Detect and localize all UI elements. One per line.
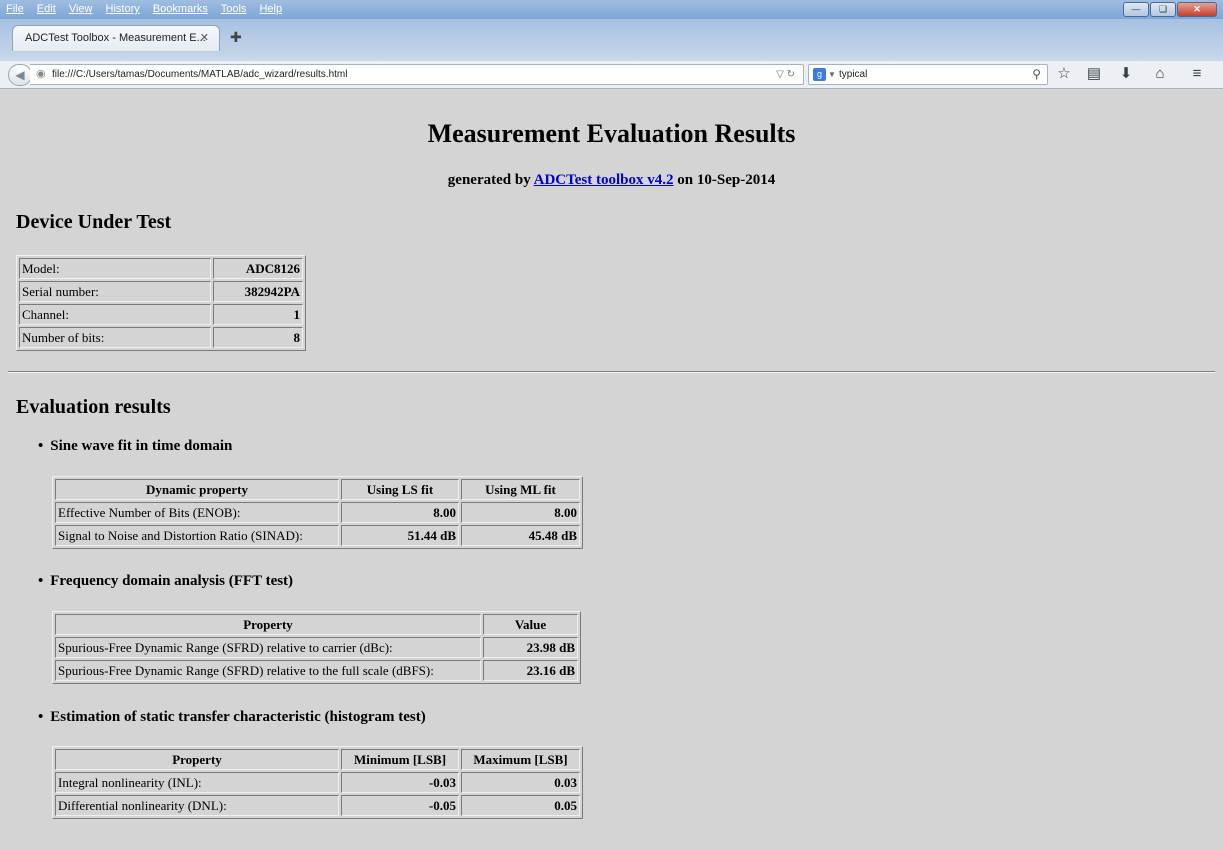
generated-by-line: generated by ADCTest toolbox v4.2 on 10-… bbox=[0, 172, 1223, 189]
page-content: Measurement Evaluation Results generated… bbox=[0, 90, 1223, 849]
download-icon[interactable]: ⬇ bbox=[1117, 65, 1135, 83]
search-icon[interactable]: ⚲ bbox=[1032, 65, 1041, 84]
minimum-value: -0.03 bbox=[341, 772, 459, 793]
property-label: Effective Number of Bits (ENOB): bbox=[55, 502, 339, 523]
page-title: Measurement Evaluation Results bbox=[427, 119, 796, 148]
dut-value: 1 bbox=[213, 304, 303, 325]
column-header: Value bbox=[483, 614, 578, 635]
generated-suffix: on 10-Sep-2014 bbox=[677, 172, 776, 188]
dut-value: ADC8126 bbox=[213, 258, 303, 279]
new-tab-icon[interactable]: ✚ bbox=[230, 29, 242, 46]
property-label: Spurious-Free Dynamic Range (SFRD) relat… bbox=[55, 637, 481, 658]
bookmarks-list-icon[interactable]: ▤ bbox=[1085, 65, 1103, 83]
column-header: Maximum [LSB] bbox=[461, 749, 580, 770]
window-titlebar: File Edit View History Bookmarks Tools H… bbox=[0, 0, 1223, 19]
table-header-row: Property Minimum [LSB] Maximum [LSB] bbox=[55, 749, 580, 770]
menu-edit[interactable]: Edit bbox=[37, 3, 56, 15]
dut-table: Model: ADC8126 Serial number: 382942PA C… bbox=[16, 255, 306, 351]
search-text: typical bbox=[839, 69, 868, 80]
table-row: Effective Number of Bits (ENOB): 8.00 8.… bbox=[55, 502, 580, 523]
dut-label: Channel: bbox=[19, 304, 211, 325]
generated-prefix: generated by bbox=[447, 172, 531, 188]
column-header: Using LS fit bbox=[341, 479, 459, 500]
ml-fit-value: 45.48 dB bbox=[461, 525, 580, 546]
table-row: Model: ADC8126 bbox=[19, 258, 303, 279]
back-arrow-icon[interactable]: ◀ bbox=[8, 64, 32, 86]
close-tab-icon[interactable]: ✕ bbox=[200, 26, 209, 50]
maximum-value: 0.05 bbox=[461, 795, 580, 816]
table-row: Spurious-Free Dynamic Range (SFRD) relat… bbox=[55, 637, 578, 658]
home-icon[interactable]: ⌂ bbox=[1151, 65, 1169, 83]
minimum-value: -0.05 bbox=[341, 795, 459, 816]
menu-tools[interactable]: Tools bbox=[221, 3, 247, 15]
fft-section-title: • Frequency domain analysis (FFT test) bbox=[38, 573, 294, 589]
tab-title: ADCTest Toolbox - Measurement E... bbox=[25, 32, 206, 44]
column-header: Property bbox=[55, 614, 481, 635]
table-row: Integral nonlinearity (INL): -0.03 0.03 bbox=[55, 772, 580, 793]
reload-icon[interactable]: ▽ ↻ bbox=[776, 65, 795, 84]
property-value: 23.98 dB bbox=[483, 637, 578, 658]
histogram-section-title: • Estimation of static transfer character… bbox=[38, 709, 426, 725]
evaluation-heading: Evaluation results bbox=[16, 396, 171, 418]
menu-history[interactable]: History bbox=[106, 3, 140, 15]
sine-section-title: • Sine wave fit in time domain bbox=[38, 438, 233, 454]
menu-bookmarks[interactable]: Bookmarks bbox=[153, 3, 208, 15]
table-header-row: Dynamic property Using LS fit Using ML f… bbox=[55, 479, 580, 500]
bullet-icon: • bbox=[38, 438, 44, 454]
search-input[interactable]: g ▼ typical ⚲ bbox=[808, 64, 1048, 85]
column-header: Property bbox=[55, 749, 339, 770]
column-header: Using ML fit bbox=[461, 479, 580, 500]
dut-label: Number of bits: bbox=[19, 327, 211, 348]
window-controls: — ❏ ✕ bbox=[1123, 2, 1217, 17]
property-label: Integral nonlinearity (INL): bbox=[55, 772, 339, 793]
table-row: Serial number: 382942PA bbox=[19, 281, 303, 302]
menu-file[interactable]: File bbox=[6, 3, 24, 15]
tab-strip: ADCTest Toolbox - Measurement E... ✕ ✚ bbox=[0, 19, 1223, 61]
tab-active[interactable]: ADCTest Toolbox - Measurement E... ✕ bbox=[12, 25, 220, 51]
bookmark-star-icon[interactable]: ☆ bbox=[1055, 65, 1073, 83]
table-row: Signal to Noise and Distortion Ratio (SI… bbox=[55, 525, 580, 546]
property-label: Signal to Noise and Distortion Ratio (SI… bbox=[55, 525, 339, 546]
dut-label: Model: bbox=[19, 258, 211, 279]
menu-bar: File Edit View History Bookmarks Tools H… bbox=[6, 3, 292, 15]
bullet-icon: • bbox=[38, 709, 44, 725]
bullet-icon: • bbox=[38, 573, 44, 589]
search-engine-icon[interactable]: g bbox=[813, 68, 826, 81]
menu-help[interactable]: Help bbox=[259, 3, 282, 15]
dut-heading: Device Under Test bbox=[16, 211, 172, 233]
navigation-toolbar: ◀ ◉ file:///C:/Users/tamas/Documents/MAT… bbox=[0, 61, 1223, 89]
adctest-toolbox-link[interactable]: ADCTest toolbox v4.2 bbox=[534, 172, 674, 188]
ls-fit-value: 51.44 dB bbox=[341, 525, 459, 546]
url-bar[interactable]: ◉ file:///C:/Users/tamas/Documents/MATLA… bbox=[30, 64, 804, 85]
table-row: Number of bits: 8 bbox=[19, 327, 303, 348]
menu-view[interactable]: View bbox=[69, 3, 93, 15]
column-header: Minimum [LSB] bbox=[341, 749, 459, 770]
minimize-icon[interactable]: — bbox=[1123, 2, 1149, 17]
table-row: Spurious-Free Dynamic Range (SFRD) relat… bbox=[55, 660, 578, 681]
url-text: file:///C:/Users/tamas/Documents/MATLAB/… bbox=[52, 69, 348, 80]
globe-icon: ◉ bbox=[36, 68, 46, 80]
property-value: 23.16 dB bbox=[483, 660, 578, 681]
dut-label: Serial number: bbox=[19, 281, 211, 302]
sine-fit-table: Dynamic property Using LS fit Using ML f… bbox=[52, 476, 583, 549]
restore-icon[interactable]: ❏ bbox=[1150, 2, 1176, 17]
section-divider bbox=[8, 371, 1215, 373]
close-window-icon[interactable]: ✕ bbox=[1177, 2, 1217, 17]
table-row: Differential nonlinearity (DNL): -0.05 0… bbox=[55, 795, 580, 816]
dut-value: 8 bbox=[213, 327, 303, 348]
chevron-down-icon[interactable]: ▼ bbox=[828, 65, 836, 84]
property-label: Spurious-Free Dynamic Range (SFRD) relat… bbox=[55, 660, 481, 681]
fft-table: Property Value Spurious-Free Dynamic Ran… bbox=[52, 611, 581, 684]
ml-fit-value: 8.00 bbox=[461, 502, 580, 523]
table-header-row: Property Value bbox=[55, 614, 578, 635]
column-header: Dynamic property bbox=[55, 479, 339, 500]
property-label: Differential nonlinearity (DNL): bbox=[55, 795, 339, 816]
maximum-value: 0.03 bbox=[461, 772, 580, 793]
menu-icon[interactable]: ≡ bbox=[1188, 65, 1206, 83]
dut-value: 382942PA bbox=[213, 281, 303, 302]
table-row: Channel: 1 bbox=[19, 304, 303, 325]
ls-fit-value: 8.00 bbox=[341, 502, 459, 523]
histogram-table: Property Minimum [LSB] Maximum [LSB] Int… bbox=[52, 746, 583, 819]
